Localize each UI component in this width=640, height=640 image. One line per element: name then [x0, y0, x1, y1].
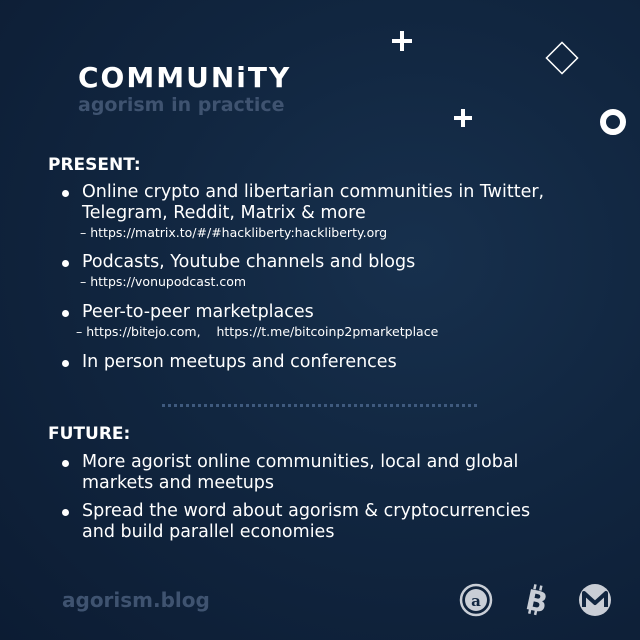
svg-text:a: a: [471, 592, 481, 610]
item-text: Peer-to-peer marketplaces: [82, 302, 314, 322]
item-text: markets and meetups: [82, 473, 275, 493]
item-text: In person meetups and conferences: [82, 352, 397, 372]
bullet-icon: [62, 190, 69, 197]
item-text: Spread the word about agorism & cryptocu…: [82, 501, 531, 521]
page-title: COMMUNiTY: [78, 61, 292, 94]
ring-icon: [600, 109, 626, 135]
item-link[interactable]: – https://bitejo.com, https://t.me/bitco…: [76, 323, 620, 341]
agorism-a-icon: a: [459, 583, 493, 617]
section-divider: [162, 404, 477, 407]
list-item: More agorist online communities, local a…: [60, 452, 620, 494]
item-link[interactable]: – https://matrix.to/#/#hackliberty:hackl…: [80, 224, 620, 242]
item-text: Online crypto and libertarian communitie…: [82, 182, 545, 202]
monero-icon: [579, 584, 611, 616]
item-text: Telegram, Reddit, Matrix & more: [82, 203, 366, 223]
bullet-icon: [62, 460, 69, 467]
list-item: In person meetups and conferences: [60, 352, 620, 373]
page-subtitle: agorism in practice: [78, 94, 285, 116]
plus-icon: [392, 31, 412, 51]
item-text: and build parallel economies: [82, 522, 335, 542]
present-heading: PRESENT:: [48, 155, 141, 175]
bullet-icon: [62, 260, 69, 267]
diamond-icon: [545, 41, 579, 75]
plus-icon: [454, 109, 472, 127]
bullet-icon: [62, 310, 69, 317]
list-item: Podcasts, Youtube channels and blogs – h…: [60, 252, 620, 291]
bitcoin-icon: B: [523, 583, 551, 618]
future-heading: FUTURE:: [48, 424, 131, 444]
item-text: Podcasts, Youtube channels and blogs: [82, 252, 416, 272]
list-item: Peer-to-peer marketplaces – https://bite…: [60, 302, 620, 341]
item-link[interactable]: – https://vonupodcast.com: [80, 273, 620, 291]
bullet-icon: [62, 509, 69, 516]
list-item: Online crypto and libertarian communitie…: [60, 182, 620, 242]
bullet-icon: [62, 360, 69, 367]
future-list: More agorist online communities, local a…: [60, 452, 620, 543]
list-item: Spread the word about agorism & cryptocu…: [60, 501, 620, 543]
item-text: More agorist online communities, local a…: [82, 452, 519, 472]
site-link[interactable]: agorism.blog: [62, 590, 210, 610]
present-list: Online crypto and libertarian communitie…: [60, 182, 620, 373]
